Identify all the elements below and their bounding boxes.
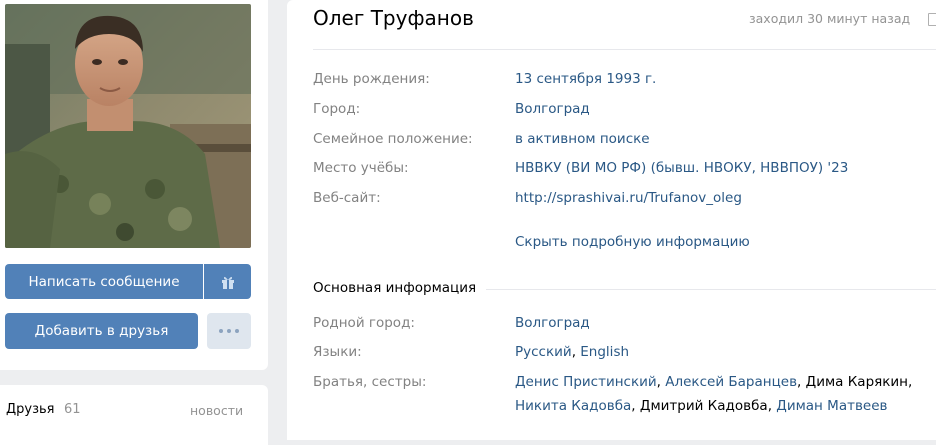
siblings-line-2: Никита Кадовба, Дмитрий Кадовба, Диман М… bbox=[515, 398, 888, 414]
device-icon bbox=[928, 13, 936, 26]
family-status-value[interactable]: в активном поиске bbox=[515, 131, 650, 147]
siblings-line-1: Денис Пристинский, Алексей Баранцев, Дим… bbox=[515, 374, 913, 390]
last-seen-status: заходил 30 минут назад bbox=[749, 11, 911, 26]
gift-icon bbox=[221, 276, 234, 289]
birthday-value[interactable]: 13 сентября 1993 г. bbox=[515, 71, 656, 87]
profile-photo[interactable] bbox=[5, 4, 251, 248]
hometown-label: Родной город: bbox=[313, 315, 415, 331]
sibling-name: Дима Карякин bbox=[805, 374, 909, 390]
more-icon bbox=[217, 329, 241, 333]
friends-news-link[interactable]: новости bbox=[190, 403, 243, 418]
friends-label[interactable]: Друзья bbox=[6, 402, 55, 417]
website-label: Веб-сайт: bbox=[313, 190, 381, 206]
sibling-name: Дмитрий Кадовба bbox=[639, 398, 768, 414]
study-label: Место учёбы: bbox=[313, 160, 409, 176]
city-label: Город: bbox=[313, 101, 361, 117]
languages-list: Русский, English bbox=[515, 344, 630, 360]
header-divider bbox=[313, 49, 936, 50]
friends-count: 61 bbox=[64, 402, 81, 417]
language-item[interactable]: Русский bbox=[515, 344, 572, 360]
sibling-link[interactable]: Никита Кадовба bbox=[515, 398, 631, 414]
study-value[interactable]: НВВКУ (ВИ МО РФ) (бывш. НВОКУ, НВВПОУ) '… bbox=[515, 160, 848, 176]
profile-info-card: Олег Труфанов заходил 30 минут назад Ден… bbox=[287, 0, 936, 440]
more-actions-button[interactable] bbox=[207, 313, 251, 349]
city-value[interactable]: Волгоград bbox=[515, 101, 590, 117]
family-status-label: Семейное положение: bbox=[313, 131, 473, 147]
website-link[interactable]: http://sprashivai.ru/Trufanov_oleg bbox=[515, 190, 742, 206]
avatar-card: Написать сообщение Добавить в друзья bbox=[0, 0, 268, 370]
profile-photo-image bbox=[5, 4, 251, 248]
sibling-link[interactable]: Алексей Баранцев bbox=[665, 374, 797, 390]
hometown-value[interactable]: Волгоград bbox=[515, 315, 590, 331]
sibling-link[interactable]: Денис Пристинский bbox=[515, 374, 657, 390]
section-title-basic-info: Основная информация bbox=[313, 280, 487, 296]
write-message-button[interactable]: Написать сообщение bbox=[5, 264, 203, 299]
friends-block: Друзья 61 новости bbox=[0, 385, 268, 445]
sibling-link[interactable]: Диман Матвеев bbox=[776, 398, 887, 414]
siblings-label: Братья, сестры: bbox=[313, 374, 427, 390]
profile-name: Олег Труфанов bbox=[313, 6, 474, 30]
add-friend-button[interactable]: Добавить в друзья bbox=[5, 313, 198, 349]
send-gift-button[interactable] bbox=[204, 264, 251, 299]
hide-details-link[interactable]: Скрыть подробную информацию bbox=[515, 234, 750, 250]
birthday-label: День рождения: bbox=[313, 71, 430, 87]
languages-label: Языки: bbox=[313, 344, 362, 360]
language-item[interactable]: English bbox=[580, 344, 629, 360]
